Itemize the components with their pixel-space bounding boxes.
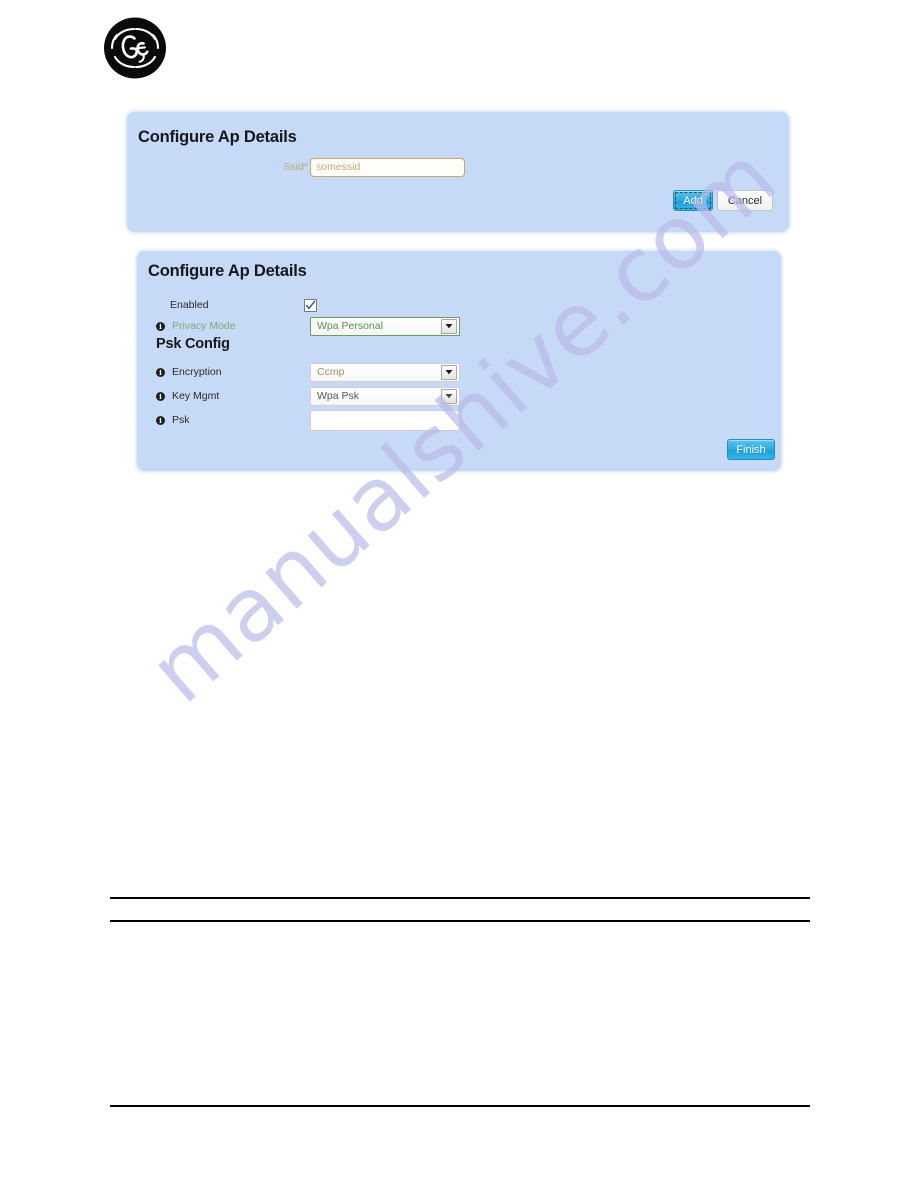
psk-input[interactable] [310,409,460,431]
key-mgmt-select[interactable]: Wpa Psk [310,386,460,406]
form-row-privacy-mode: i Privacy Mode Wpa Personal [156,315,460,337]
ge-logo [103,17,167,79]
info-icon[interactable]: i [156,391,165,401]
form-row-encryption: i Encryption Ccmp [156,361,460,383]
info-icon[interactable]: i [156,367,165,377]
panel-title: Configure Ap Details [148,262,307,280]
key-mgmt-value: Wpa Psk [317,390,360,402]
finish-button[interactable]: Finish [727,439,775,460]
form-row-ssid: Ssid* [272,156,465,178]
encryption-value: Ccmp [317,366,345,378]
enabled-checkbox[interactable] [304,298,317,312]
psk-config-heading: Psk Config [156,336,230,352]
horizontal-rule-middle [110,920,810,922]
document-page: Configure Ap Details Ssid* Add Cancel Co… [0,0,918,1188]
panel-title: Configure Ap Details [138,128,297,146]
ssid-label: Ssid* [283,161,308,173]
add-button[interactable]: Add [673,190,713,211]
horizontal-rule-top [110,897,810,899]
ssid-input[interactable] [310,157,465,177]
chevron-down-icon[interactable] [441,318,457,334]
configure-ap-details-panel-security: Configure Ap Details Enabled i Privacy M… [136,250,782,472]
encryption-select[interactable]: Ccmp [310,362,460,382]
privacy-mode-label: Privacy Mode [172,320,236,332]
key-mgmt-label: Key Mgmt [172,390,220,402]
privacy-mode-select[interactable]: Wpa Personal [310,316,460,336]
psk-label: Psk [172,414,190,426]
enabled-label: Enabled [170,299,209,311]
encryption-label: Encryption [172,366,222,378]
form-row-psk: i Psk [156,409,460,431]
configure-ap-details-panel-basic: Configure Ap Details Ssid* Add Cancel [126,111,790,233]
info-icon[interactable]: i [156,415,165,425]
form-row-key-mgmt: i Key Mgmt Wpa Psk [156,385,460,407]
horizontal-rule-bottom [110,1105,810,1107]
chevron-down-icon[interactable] [441,388,457,404]
form-row-enabled: Enabled [170,294,317,316]
privacy-mode-value: Wpa Personal [317,320,383,332]
cancel-button[interactable]: Cancel [717,190,773,211]
chevron-down-icon[interactable] [441,364,457,380]
check-icon [305,300,316,309]
info-icon[interactable]: i [156,321,165,331]
